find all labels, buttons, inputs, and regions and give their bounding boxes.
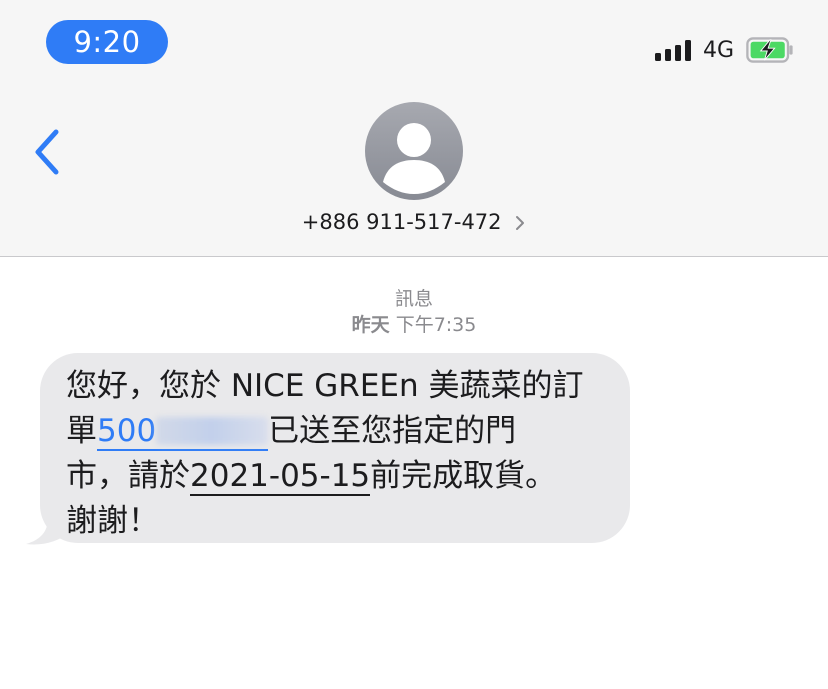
status-indicators: 4G (654, 36, 794, 64)
battery-charging-icon (746, 37, 793, 63)
back-chevron-icon[interactable] (26, 124, 70, 180)
message-line-3-prefix: 市，請於 (66, 458, 190, 494)
person-silhouette-icon (383, 123, 445, 194)
message-line-2-prefix: 單 (66, 413, 97, 449)
messages-screen: 9:20 4G +886 911-517-472 訊息 昨天 下午7:35 您好… (0, 0, 828, 689)
contact-details-button[interactable]: +886 911-517-472 (0, 210, 828, 234)
contact-number: +886 911-517-472 (301, 210, 502, 234)
timestamp-day: 昨天 (351, 314, 390, 336)
pickup-date-link[interactable]: 2021-05-15 (190, 458, 371, 496)
message-line-2-suffix: 已送至您指定的門 (268, 413, 517, 449)
timestamp-time: 下午7:35 (395, 314, 477, 336)
message-line-4: 謝謝！ (66, 503, 159, 539)
message-line-1: 您好，您於 NICE GREEn 美蔬菜的訂 (66, 368, 584, 404)
message-line-2: 單500 已送至您指定的門 (66, 409, 626, 454)
order-number-link[interactable]: 500 (97, 413, 269, 451)
redacted-order-digits (156, 417, 269, 445)
order-number-visible: 500 (97, 413, 157, 449)
network-type: 4G (702, 37, 734, 63)
status-time[interactable]: 9:20 (46, 20, 168, 64)
service-label: 訊息 (394, 288, 433, 310)
cellular-signal-icon (654, 39, 691, 61)
message-line-3: 市，請於2021-05-15前完成取貨。 (66, 454, 626, 499)
message-timestamp: 昨天 下午7:35 (0, 310, 828, 337)
contact-avatar[interactable] (365, 102, 463, 200)
message-line-3-suffix: 前完成取貨。 (370, 458, 557, 494)
chevron-right-icon (516, 216, 525, 230)
message-text: 您好，您於 NICE GREEn 美蔬菜的訂 單500 已送至您指定的門 市，請於… (66, 364, 626, 544)
conversation-header: 9:20 4G +886 911-517-472 (0, 0, 828, 257)
